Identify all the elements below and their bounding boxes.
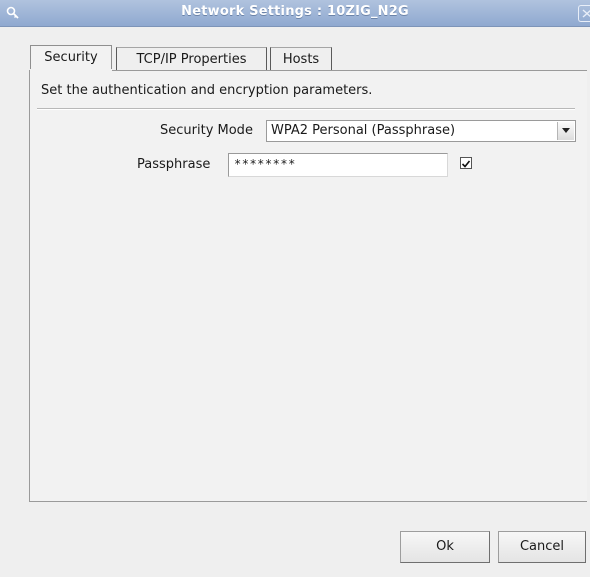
tab-hosts-label: Hosts <box>282 52 320 67</box>
security-mode-value: WPA2 Personal (Passphrase) <box>271 123 456 138</box>
security-mode-label: Security Mode <box>160 123 253 138</box>
close-icon[interactable] <box>578 5 590 22</box>
cancel-button[interactable]: Cancel <box>498 531 586 563</box>
separator <box>37 108 575 110</box>
title-bar[interactable]: Network Settings : 10ZIG_N2G <box>0 0 590 27</box>
passphrase-value: ******** <box>234 157 296 171</box>
tab-tcp-ip-properties[interactable]: TCP/IP Properties <box>116 47 267 71</box>
tab-security[interactable]: Security <box>30 45 112 71</box>
network-settings-window: Network Settings : 10ZIG_N2G Security TC… <box>0 0 590 577</box>
chevron-down-icon[interactable] <box>557 122 574 140</box>
security-description: Set the authentication and encryption pa… <box>41 83 373 98</box>
security-mode-select[interactable]: WPA2 Personal (Passphrase) <box>266 120 576 142</box>
passphrase-field[interactable]: ******** <box>228 153 448 177</box>
tab-hosts[interactable]: Hosts <box>270 47 332 71</box>
checkmark-icon <box>461 160 471 168</box>
active-tab-joint <box>30 69 112 72</box>
tab-tcp-ip-properties-label: TCP/IP Properties <box>136 52 247 67</box>
show-passphrase-checkbox[interactable] <box>460 157 472 169</box>
passphrase-label: Passphrase <box>137 157 211 172</box>
window-title: Network Settings : 10ZIG_N2G <box>181 4 409 19</box>
tab-security-label: Security <box>44 50 98 65</box>
ok-button[interactable]: Ok <box>400 531 490 563</box>
